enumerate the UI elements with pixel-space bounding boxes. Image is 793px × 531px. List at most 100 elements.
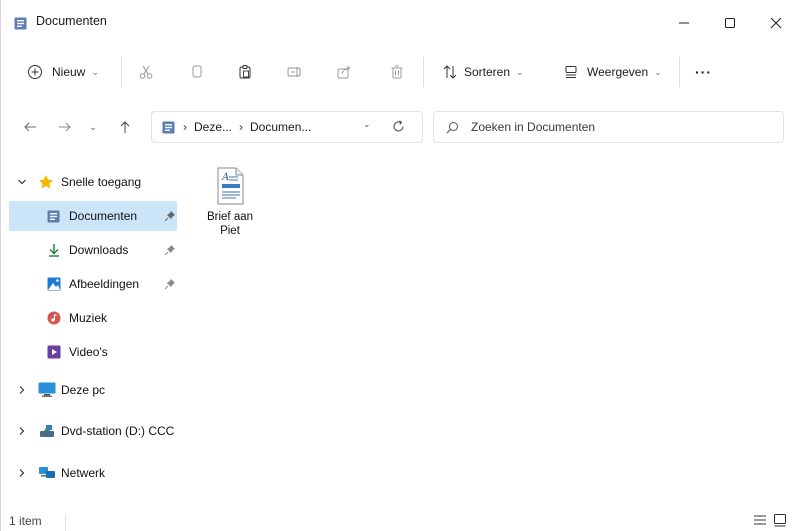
chevron-down-icon[interactable]: ⌄ xyxy=(363,119,371,130)
maximize-icon xyxy=(725,18,735,28)
view-button[interactable]: Weergeven ⌄ xyxy=(563,50,662,94)
new-button-label: Nieuw xyxy=(52,65,86,79)
new-button[interactable]: Nieuw ⌄ xyxy=(27,50,99,94)
nav-item-network[interactable]: Netwerk xyxy=(9,458,177,488)
maximize-button[interactable] xyxy=(707,8,753,38)
rename-button[interactable] xyxy=(286,50,302,94)
toolbar-separator xyxy=(423,57,424,87)
scissors-icon xyxy=(139,65,153,79)
nav-item-label: Afbeeldingen xyxy=(69,277,140,291)
toolbar-separator xyxy=(679,57,680,87)
command-bar: Nieuw ⌄ Sorteren ⌄ Weergeven ⌄ ··· xyxy=(1,50,793,94)
pin-icon[interactable] xyxy=(164,244,176,256)
music-icon xyxy=(47,311,61,325)
chevron-right-icon[interactable] xyxy=(17,426,27,436)
search-placeholder: Zoeken in Documenten xyxy=(471,120,596,134)
recent-locations-button[interactable]: ⌄ xyxy=(85,108,101,146)
item-count: 1 item xyxy=(9,514,42,528)
chevron-down-icon: ⌄ xyxy=(654,66,662,77)
file-name-line: Brief aan xyxy=(206,211,254,223)
nav-quick-access[interactable]: Snelle toegang xyxy=(9,167,177,197)
minimize-icon xyxy=(679,22,689,24)
toolbar-separator xyxy=(121,57,122,87)
cut-button[interactable] xyxy=(138,50,154,94)
chevron-down-icon: ⌄ xyxy=(91,66,99,77)
trash-icon xyxy=(391,65,403,79)
details-view-icon[interactable] xyxy=(752,512,768,528)
pin-icon[interactable] xyxy=(164,210,176,222)
breadcrumb-separator: › xyxy=(239,120,244,134)
network-icon xyxy=(39,467,55,478)
file-item[interactable]: A Brief aan Piet xyxy=(200,166,260,256)
nav-item-label: Netwerk xyxy=(61,466,106,480)
nav-item-documents[interactable]: Documenten xyxy=(9,201,177,231)
sort-button-label: Sorteren xyxy=(464,65,511,79)
nav-item-label: Video's xyxy=(69,345,108,359)
nav-item-pictures[interactable]: Afbeeldingen xyxy=(9,269,177,299)
chevron-right-icon[interactable] xyxy=(17,468,27,478)
chevron-right-icon[interactable] xyxy=(17,385,27,395)
pin-icon[interactable] xyxy=(164,278,176,290)
svg-text:A: A xyxy=(221,172,229,183)
documents-icon xyxy=(14,17,27,30)
large-icons-view-icon[interactable] xyxy=(772,512,788,528)
computer-icon xyxy=(38,382,56,397)
share-button[interactable] xyxy=(336,50,352,94)
navigation-row: ⌄ › Deze... › Documen... ⌄ Zoeken in Doc… xyxy=(1,108,793,146)
paste-button[interactable] xyxy=(237,50,253,94)
back-button[interactable] xyxy=(18,108,42,146)
nav-item-videos[interactable]: Video's xyxy=(9,337,177,367)
nav-item-label: Muziek xyxy=(69,311,108,325)
address-bar[interactable]: › Deze... › Documen... ⌄ xyxy=(151,111,423,143)
wordpad-document-icon: A xyxy=(217,167,244,205)
copy-button[interactable] xyxy=(189,50,205,94)
chevron-down-icon: ⌄ xyxy=(516,66,524,77)
file-name: Brief aan Piet xyxy=(200,210,260,238)
sort-icon xyxy=(443,65,457,79)
sort-button[interactable]: Sorteren ⌄ xyxy=(442,50,524,94)
nav-item-music[interactable]: Muziek xyxy=(9,303,177,333)
file-name-line: Piet xyxy=(220,225,240,237)
chevron-down-icon: ⌄ xyxy=(89,121,97,132)
title-bar[interactable]: Documenten xyxy=(1,0,793,44)
file-list[interactable]: A Brief aan Piet xyxy=(184,164,784,504)
navigation-pane: Snelle toegang Documenten Downloads Afbe… xyxy=(1,164,181,504)
view-button-label: Weergeven xyxy=(587,65,649,79)
rename-icon xyxy=(287,67,301,77)
close-button[interactable] xyxy=(753,8,793,38)
arrow-left-icon xyxy=(24,122,36,132)
close-icon xyxy=(770,17,782,29)
breadcrumb-item[interactable]: Documen... xyxy=(250,120,311,134)
nav-item-label: Documenten xyxy=(69,209,138,223)
window-title: Documenten xyxy=(36,14,107,28)
chevron-down-icon[interactable] xyxy=(17,177,27,187)
status-separator xyxy=(65,515,66,531)
share-icon xyxy=(337,65,351,79)
breadcrumb-item[interactable]: Deze... xyxy=(194,120,232,134)
arrow-up-icon xyxy=(120,121,130,133)
search-box[interactable]: Zoeken in Documenten xyxy=(433,111,784,143)
nav-item-downloads[interactable]: Downloads xyxy=(9,235,177,265)
documents-icon xyxy=(162,121,175,133)
clipboard-icon xyxy=(239,65,251,79)
refresh-icon[interactable] xyxy=(392,120,405,133)
explorer-window: Documenten Nieuw ⌄ Sorteren ⌄ Weergeven … xyxy=(0,0,793,531)
status-bar: 1 item xyxy=(1,508,793,531)
search-icon xyxy=(446,121,458,133)
copy-icon xyxy=(192,65,202,78)
minimize-button[interactable] xyxy=(661,8,707,38)
nav-item-this-pc[interactable]: Deze pc xyxy=(9,375,177,405)
more-options-icon: ··· xyxy=(695,64,712,80)
star-icon xyxy=(39,175,53,189)
delete-button[interactable] xyxy=(389,50,405,94)
up-button[interactable] xyxy=(113,108,137,146)
forward-button[interactable] xyxy=(53,108,77,146)
nav-item-label: Deze pc xyxy=(61,383,106,397)
pictures-icon xyxy=(47,277,61,291)
documents-icon xyxy=(47,210,60,223)
nav-item-dvd-drive[interactable]: Dvd-station (D:) CCC xyxy=(9,416,177,446)
more-options-button[interactable]: ··· xyxy=(695,50,712,94)
view-icon xyxy=(565,66,577,78)
arrow-right-icon xyxy=(59,122,71,132)
dvd-drive-icon xyxy=(40,425,54,437)
